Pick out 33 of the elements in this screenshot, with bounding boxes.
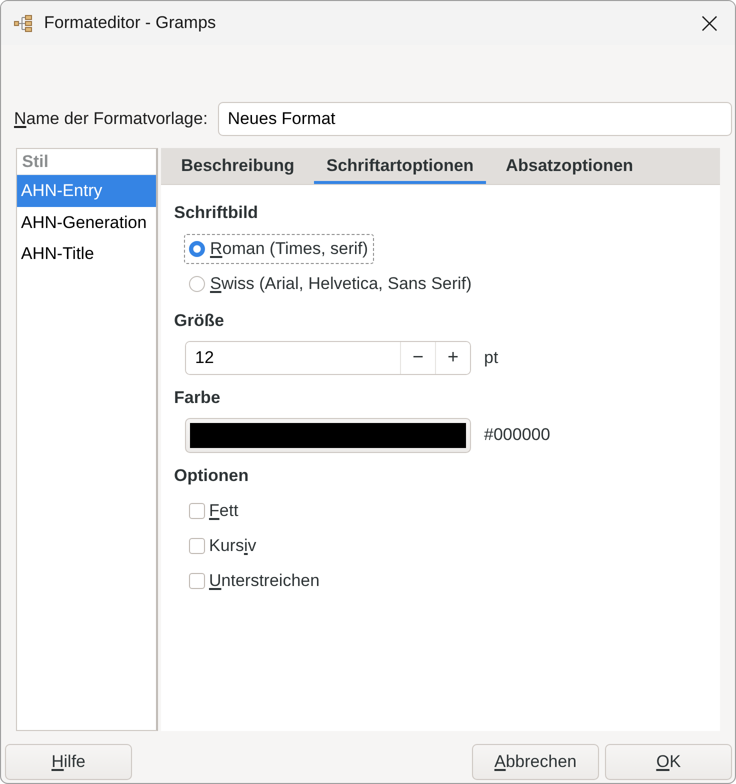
section-heading: Farbe [174, 388, 220, 408]
checkbox[interactable] [189, 503, 205, 519]
format-name-field[interactable]: Neues Format [218, 102, 732, 136]
help-button[interactable]: Hilfe [5, 744, 132, 780]
radio-option[interactable]: Roman (Times, serif) [184, 234, 374, 264]
checkbox[interactable] [189, 538, 205, 554]
radio-option[interactable]: Swiss (Arial, Helvetica, Sans Serif) [184, 269, 478, 299]
list-item[interactable]: AHN-Title [17, 238, 156, 269]
dialog-button[interactable]: OK [605, 744, 732, 780]
section-heading: Schriftbild [174, 203, 258, 223]
dialog-button[interactable]: Abbrechen [472, 744, 599, 780]
unit-label: pt [484, 348, 498, 368]
radio-button[interactable] [189, 241, 205, 257]
tab[interactable]: Beschreibung [169, 148, 306, 184]
window-title: Formateditor - Gramps [44, 12, 216, 34]
checkbox[interactable] [189, 573, 205, 589]
list-item[interactable]: AHN-Entry [17, 175, 156, 207]
checkbox-option[interactable]: Kursiv [189, 531, 256, 561]
tab[interactable]: Schriftartoptionen [314, 148, 486, 184]
spin-box[interactable]: 12 − + [185, 341, 471, 375]
color-button[interactable] [185, 418, 471, 453]
field-label: Name der Formatvorlage: [14, 108, 208, 130]
tab[interactable]: Absatzoptionen [494, 148, 646, 184]
checkbox-option[interactable]: Unterstreichen [189, 566, 320, 596]
tree-diagram-icon [14, 14, 32, 32]
color-value: #000000 [484, 425, 550, 446]
checkbox-option[interactable]: Fett [189, 496, 238, 526]
radio-button[interactable] [189, 276, 205, 292]
increment-button[interactable]: + [435, 342, 470, 374]
section-heading: Größe [174, 311, 224, 331]
close-icon[interactable] [702, 16, 717, 30]
list-item[interactable]: AHN-Generation [17, 207, 156, 238]
section-heading: Optionen [174, 466, 249, 486]
